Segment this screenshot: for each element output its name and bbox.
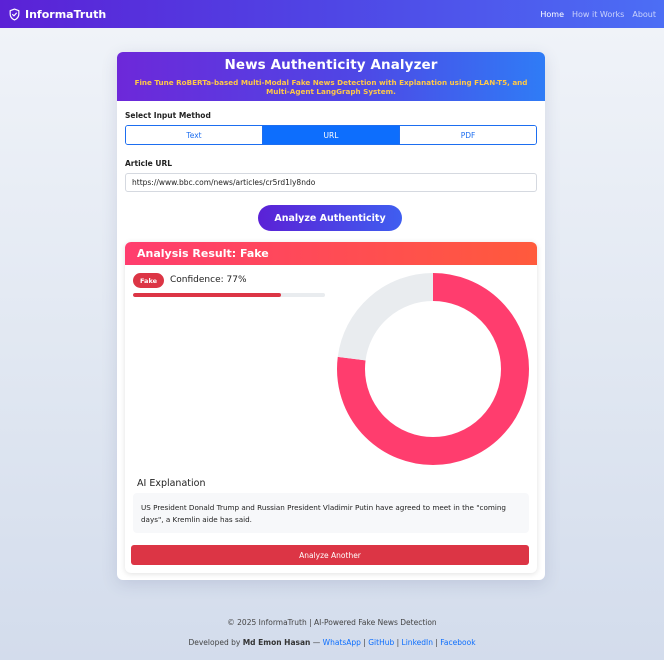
analysis-result-panel: Analysis Result: Fake Fake Confidence: 7… [125,242,537,573]
footer-link-linkedin[interactable]: LinkedIn [402,638,433,647]
article-url-label: Article URL [125,159,173,168]
input-method-tabs: Text URL PDF [125,125,537,145]
input-method-label: Select Input Method [125,111,211,120]
page-title: News Authenticity Analyzer [224,57,438,73]
shield-check-icon [8,7,21,21]
footer-copyright: © 2025 InformaTruth | AI-Powered Fake Ne… [227,618,437,627]
footer-separator: | [435,638,438,647]
author-name: Md Emon Hasan [242,638,311,647]
footer-link-github[interactable]: GitHub [368,638,394,647]
nav-link-how-it-works[interactable]: How it Works [572,10,624,19]
brand-name: InformaTruth [25,7,107,21]
ai-explanation-title: AI Explanation [137,478,206,489]
footer-separator: | [363,638,366,647]
card-header: News Authenticity Analyzer Fine Tune RoB… [117,52,545,101]
confidence-progress-fill [133,293,281,297]
tab-pdf[interactable]: PDF [400,126,536,144]
nav-link-home[interactable]: Home [540,10,564,19]
confidence-donut-chart [337,273,529,465]
footer-separator: | [396,638,400,647]
brand[interactable]: InformaTruth [8,8,106,21]
confidence-progress [133,293,325,297]
dash: — [312,638,321,647]
nav-links: Home How it Works About [540,10,656,19]
confidence-text: Confidence: 77% [170,275,247,285]
developed-by-text: Developed by [188,638,241,647]
analyze-another-button[interactable]: Analyze Another [131,545,529,565]
analyzer-card: News Authenticity Analyzer Fine Tune RoB… [117,52,545,580]
nav-link-about[interactable]: About [632,10,656,19]
footer-link-whatsapp[interactable]: WhatsApp [323,638,361,647]
article-url-input[interactable] [125,173,537,192]
analyze-authenticity-button[interactable]: Analyze Authenticity [258,205,402,231]
footer-link-facebook[interactable]: Facebook [440,638,475,647]
footer-credits: Developed by Md Emon Hasan — WhatsApp | … [0,638,664,647]
navbar: InformaTruth Home How it Works About [0,0,664,28]
fake-badge: Fake [133,273,165,288]
tab-text[interactable]: Text [126,126,263,144]
tab-url[interactable]: URL [263,126,400,144]
ai-explanation-text: US President Donald Trump and Russian Pr… [133,493,529,533]
result-header: Analysis Result: Fake [125,242,537,265]
page-subtitle: Fine Tune RoBERTa-based Multi-Modal Fake… [134,78,528,96]
